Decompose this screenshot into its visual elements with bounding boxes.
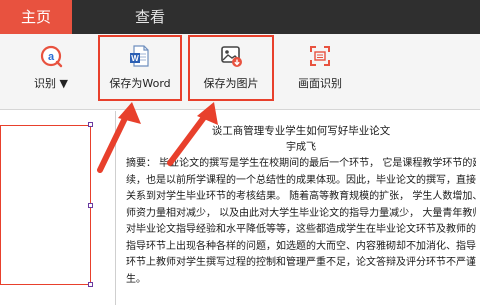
selection-handle-top-right[interactable] <box>88 122 93 127</box>
document-line: 指导环节上出现各种各样的问题，如选题的大而空、内容雅砌却不加消化、指导 <box>126 240 476 252</box>
document-title: 谈工商管理专业学生如何写好毕业论文 <box>211 125 391 137</box>
screen-ocr-button[interactable]: 画面识别 <box>290 34 350 110</box>
document-author: 宇成飞 <box>286 141 316 153</box>
content-area: 谈工商管理专业学生如何写好毕业论文 宇成飞 摘要： 毕业论文的撰写是学生在校期间… <box>0 111 480 305</box>
tab-view[interactable]: 查看 <box>120 0 180 34</box>
document-line: 环节上教师对学生撰写过程的控制和管理严重不足，论文答辩及评分环节不严谨 <box>126 257 476 268</box>
recognize-icon: a <box>39 44 63 68</box>
image-preview-pane <box>0 111 116 305</box>
screen-ocr-label: 画面识别 <box>298 77 342 90</box>
document-line: 续，也是以前所学课程的一个总结性的成果体现。因此，毕业论文的撰写，直接 <box>126 174 476 186</box>
tab-home[interactable]: 主页 <box>0 0 72 34</box>
recognized-text-document[interactable]: 谈工商管理专业学生如何写好毕业论文 宇成飞 摘要： 毕业论文的撰写是学生在校期间… <box>126 123 476 288</box>
document-line: 对毕业论文指导经验和水平降低等等，这些都造成学生在毕业论文环节及教师的 <box>126 224 476 235</box>
screen-capture-icon <box>308 44 332 68</box>
selection-handle-middle-right[interactable] <box>88 203 93 208</box>
svg-text:a: a <box>48 51 55 63</box>
document-line: 摘要： 毕业论文的撰写是学生在校期间的最后一个环节， 它是课程教学环节的延 <box>126 158 476 169</box>
highlight-save-as-image <box>188 35 274 101</box>
recognize-button[interactable]: a 识别 ▼ <box>22 34 80 110</box>
recognize-label: 识别 ▼ <box>34 77 68 90</box>
selection-handle-bottom-right[interactable] <box>88 282 93 287</box>
top-tab-bar: 主页 查看 <box>0 0 480 34</box>
document-line: 生。 <box>126 273 146 285</box>
selection-rectangle[interactable] <box>0 125 91 285</box>
highlight-save-as-word <box>98 35 182 101</box>
document-line: 关系到对学生毕业环节的考核结果。 随着高等教育规模的扩张， 学生人数增加、 <box>126 191 476 202</box>
document-line: 师资力量相对减少， 以及由此对大学生毕业论文的指导力量减少， 大量青年教师 <box>126 207 476 219</box>
